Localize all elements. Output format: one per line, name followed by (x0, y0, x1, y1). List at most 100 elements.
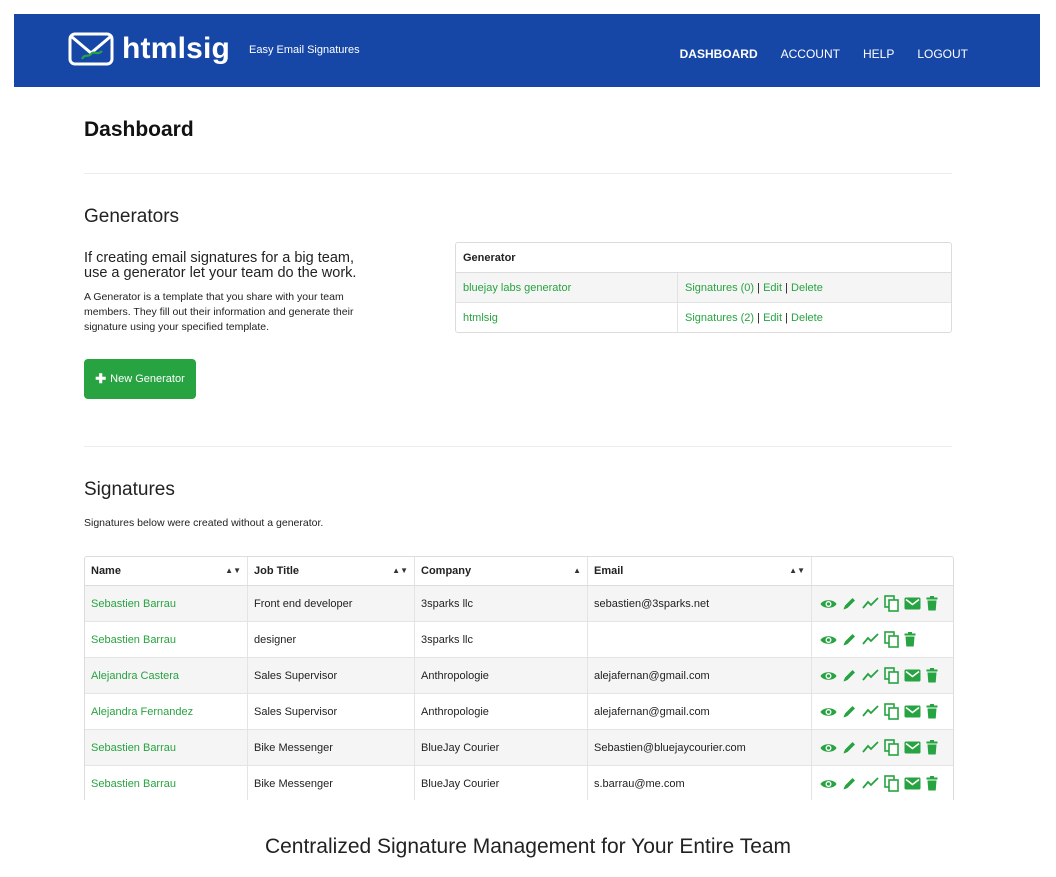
row-actions (818, 667, 947, 684)
signature-name-link[interactable]: Sebastien Barrau (91, 634, 176, 646)
table-row: Alejandra Fernandez Sales Supervisor Anthr… (85, 693, 953, 730)
copy-icon[interactable] (884, 739, 899, 756)
view-eye-icon[interactable] (820, 778, 837, 790)
stats-line-icon[interactable] (862, 597, 879, 610)
signature-name-link[interactable]: Sebastien Barrau (91, 598, 176, 610)
generator-edit-link[interactable]: Edit (763, 282, 782, 294)
nav-logout[interactable]: LOGOUT (917, 47, 968, 61)
edit-pencil-icon[interactable] (842, 632, 857, 647)
plus-icon: ✚ (95, 371, 107, 386)
cell-job-title: Sales Supervisor (247, 657, 415, 694)
brand-tagline: Easy Email Signatures (249, 44, 360, 56)
row-actions (818, 739, 947, 756)
view-eye-icon[interactable] (820, 706, 837, 718)
edit-pencil-icon[interactable] (842, 704, 857, 719)
generator-delete-link[interactable]: Delete (791, 312, 823, 324)
column-header-email[interactable]: Email ▲▼ (587, 557, 812, 586)
edit-pencil-icon[interactable] (842, 776, 857, 791)
generators-description: A Generator is a template that you share… (84, 291, 354, 333)
cell-job-title: Sales Supervisor (247, 693, 415, 730)
view-eye-icon[interactable] (820, 634, 837, 646)
cell-job-title: Front end developer (247, 585, 415, 622)
cell-actions (811, 693, 953, 730)
generator-edit-link[interactable]: Edit (763, 312, 782, 324)
delete-trash-icon[interactable] (904, 632, 916, 647)
envelope-logo-icon (68, 32, 114, 66)
copy-icon[interactable] (884, 595, 899, 612)
email-envelope-icon[interactable] (904, 597, 921, 610)
signatures-table: Name ▲▼ Job Title ▲▼ Company ▲ Email ▲▼ Seba… (85, 557, 953, 800)
view-eye-icon[interactable] (820, 742, 837, 754)
stats-line-icon[interactable] (862, 669, 879, 682)
view-eye-icon[interactable] (820, 670, 837, 682)
edit-pencil-icon[interactable] (842, 596, 857, 611)
email-envelope-icon[interactable] (904, 741, 921, 754)
cell-email: alejafernan@gmail.com (587, 657, 812, 694)
new-generator-button[interactable]: ✚ New Generator (84, 359, 196, 399)
edit-pencil-icon[interactable] (842, 740, 857, 755)
signature-name-link[interactable]: Sebastien Barrau (91, 742, 176, 754)
page-title: Dashboard (84, 118, 194, 141)
cell-actions (811, 729, 953, 766)
signature-name-link[interactable]: Sebastien Barrau (91, 778, 176, 790)
signature-name-link[interactable]: Alejandra Castera (91, 670, 179, 682)
delete-trash-icon[interactable] (926, 776, 938, 791)
generator-delete-link[interactable]: Delete (791, 282, 823, 294)
cell-actions (811, 621, 953, 658)
email-envelope-icon[interactable] (904, 705, 921, 718)
delete-trash-icon[interactable] (926, 596, 938, 611)
cell-email (587, 621, 812, 658)
nav-help[interactable]: HELP (863, 47, 894, 61)
stats-line-icon[interactable] (862, 741, 879, 754)
column-header-name[interactable]: Name ▲▼ (85, 557, 248, 586)
signatures-table-container: Name ▲▼ Job Title ▲▼ Company ▲ Email ▲▼ Seba… (84, 556, 954, 800)
table-row: Sebastien Barrau Bike Messenger BlueJay Co… (85, 729, 953, 766)
main-nav: DASHBOARD ACCOUNT HELP LOGOUT (680, 47, 968, 61)
delete-trash-icon[interactable] (926, 740, 938, 755)
table-row: bluejay labs generator Signatures (0) | … (456, 273, 951, 303)
sort-both-icon: ▲▼ (225, 566, 241, 575)
cell-job-title: Bike Messenger (247, 729, 415, 766)
cell-email: Sebastien@bluejaycourier.com (587, 729, 812, 766)
brand-name: htmlsig (122, 32, 231, 65)
column-header-company[interactable]: Company ▲ (414, 557, 588, 586)
generator-name-link[interactable]: bluejay labs generator (463, 282, 571, 294)
cell-company: Anthropologie (414, 693, 588, 730)
cell-job-title: Bike Messenger (247, 765, 415, 800)
copy-icon[interactable] (884, 631, 899, 648)
cell-name: Alejandra Castera (85, 657, 248, 694)
section-divider (84, 446, 952, 447)
email-envelope-icon[interactable] (904, 669, 921, 682)
signatures-title: Signatures (84, 479, 175, 500)
copy-icon[interactable] (884, 775, 899, 792)
generators-table-header: Generator (456, 243, 951, 273)
view-eye-icon[interactable] (820, 598, 837, 610)
copy-icon[interactable] (884, 667, 899, 684)
generator-name-link[interactable]: htmlsig (463, 312, 498, 324)
delete-trash-icon[interactable] (926, 704, 938, 719)
cell-email: s.barrau@me.com (587, 765, 812, 800)
stats-line-icon[interactable] (862, 777, 879, 790)
brand-logo-link[interactable]: htmlsig (68, 32, 230, 66)
cell-name: Sebastien Barrau (85, 729, 248, 766)
edit-pencil-icon[interactable] (842, 668, 857, 683)
email-envelope-icon[interactable] (904, 777, 921, 790)
row-actions (818, 775, 947, 792)
column-header-actions (811, 557, 953, 586)
cell-company: Anthropologie (414, 657, 588, 694)
signature-name-link[interactable]: Alejandra Fernandez (91, 706, 193, 718)
cell-company: BlueJay Courier (414, 765, 588, 800)
generator-signatures-link[interactable]: Signatures (2) (685, 312, 754, 324)
generator-signatures-link[interactable]: Signatures (0) (685, 282, 754, 294)
delete-trash-icon[interactable] (926, 668, 938, 683)
cell-actions (811, 585, 953, 622)
nav-dashboard[interactable]: DASHBOARD (680, 47, 758, 61)
column-header-job-title[interactable]: Job Title ▲▼ (247, 557, 415, 586)
stats-line-icon[interactable] (862, 705, 879, 718)
stats-line-icon[interactable] (862, 633, 879, 646)
copy-icon[interactable] (884, 703, 899, 720)
table-row: Sebastien Barrau Bike Messenger BlueJay Co… (85, 765, 953, 800)
generators-table: Generator bluejay labs generator Signatu… (455, 242, 952, 333)
cell-actions (811, 765, 953, 800)
nav-account[interactable]: ACCOUNT (781, 47, 840, 61)
